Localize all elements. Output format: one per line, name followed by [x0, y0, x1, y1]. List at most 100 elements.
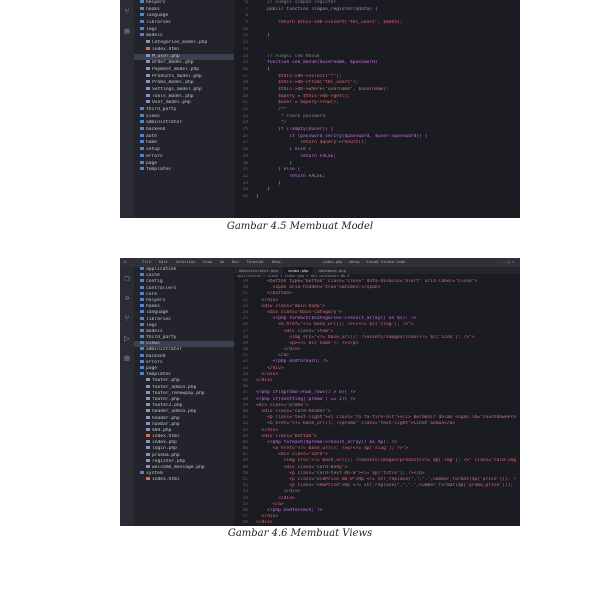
tree-item[interactable]: libraries: [134, 20, 234, 27]
tree-item[interactable]: Order_model.php: [134, 60, 234, 67]
tree-item[interactable]: page: [134, 160, 234, 168]
folder-icon: [140, 341, 144, 345]
source-control-icon[interactable]: ⑂: [120, 7, 134, 17]
tree-item[interactable]: home: [134, 140, 234, 147]
menu-bar: File Edit Selection View Go Run Terminal Help: [138, 260, 284, 264]
tree-item[interactable]: Products_model.php: [134, 73, 234, 81]
tree-item-label: libraries: [146, 316, 171, 322]
tree-item-label: footer.php: [152, 378, 180, 384]
line-numbers: 19 20 21 22 23 24 25 26 27 28 29 30 31 32 33 34 35 36 37 38…: [234, 279, 248, 526]
folder-icon: [140, 372, 144, 376]
extensions-icon[interactable]: ⊞: [120, 27, 134, 37]
search-icon[interactable]: ⌕: [120, 294, 134, 304]
tree-item-label: config: [146, 279, 163, 285]
menu-item[interactable]: Help: [272, 260, 281, 264]
tree-item[interactable]: M_user.php: [134, 53, 234, 61]
tree-item[interactable]: hooks: [134, 6, 234, 14]
tree-item-label: third_party: [146, 335, 177, 341]
menu-item[interactable]: Terminal: [247, 260, 264, 264]
folder-icon: [140, 0, 144, 3]
tree-item[interactable]: Settings_model.php: [134, 86, 234, 94]
debug-icon[interactable]: ▷: [120, 334, 134, 344]
code-editor[interactable]: Administrator.php index.php database.php a…: [234, 267, 520, 526]
tree-item-label: page: [146, 366, 158, 371]
tree-item[interactable]: Categories_model.php: [134, 40, 234, 47]
code-editor[interactable]: 6 7 8 9 10 11 12 13 14 15 16 17 18 19 20 21 22 23 24 25 26 27…: [234, 0, 520, 218]
tree-item[interactable]: models: [134, 33, 234, 40]
menu-item[interactable]: File: [142, 260, 151, 264]
line-number: 15: [242, 60, 248, 66]
menu-item[interactable]: Run: [232, 260, 239, 264]
folder-icon: [140, 120, 144, 124]
tree-item-label: footer.php: [152, 396, 180, 402]
tree-item[interactable]: index.html: [134, 477, 234, 483]
line-number: 31: [242, 167, 248, 173]
line-number: 30: [242, 160, 248, 166]
tree-item[interactable]: Tools_model.php: [134, 93, 234, 101]
tree-item[interactable]: Payment_model.php: [134, 66, 234, 74]
tree-item-label: Categories_model.php: [152, 40, 208, 46]
code-line: public function simpan_register($data) {: [256, 6, 378, 12]
code-lines: <button type="button" class="close" data…: [256, 279, 516, 526]
tree-item[interactable]: language: [134, 13, 234, 20]
tree-item[interactable]: administrator: [134, 120, 234, 127]
code-line: }: [256, 193, 259, 199]
tree-item[interactable]: logs: [134, 26, 234, 34]
tree-item[interactable]: errors: [134, 153, 234, 161]
menu-item[interactable]: Edit: [159, 260, 168, 264]
editor-tab[interactable]: database.php: [313, 267, 350, 274]
editor-tab[interactable]: index.php: [282, 267, 314, 274]
tree-item[interactable]: auth: [134, 133, 234, 141]
tree-item-label: controllers: [146, 285, 177, 291]
menu-item[interactable]: Go: [220, 260, 224, 264]
figure-caption-views: Gambar 4.6 Membuat Views: [227, 528, 373, 539]
line-number: 11: [242, 33, 248, 39]
tree-item[interactable]: templates: [134, 167, 234, 174]
tree-item[interactable]: backend: [134, 127, 234, 134]
folder-icon: [140, 335, 144, 339]
file-icon: [146, 396, 150, 400]
folder-icon: [140, 160, 144, 164]
tree-item[interactable]: third_party: [134, 107, 234, 114]
extensions-icon[interactable]: ⊞: [120, 354, 134, 364]
tree-item[interactable]: User_model.php: [134, 100, 234, 107]
tree-item[interactable]: index.html: [134, 46, 234, 54]
tree-item-label: page: [146, 160, 158, 166]
tree-item[interactable]: Promo_model.php: [134, 80, 234, 87]
folder-icon: [140, 366, 144, 369]
tree-item-label: backend: [146, 353, 166, 359]
tree-item[interactable]: setup: [134, 147, 234, 154]
file-icon: [146, 40, 150, 44]
tree-item[interactable]: helpers: [134, 0, 234, 7]
code-line: */: [256, 120, 287, 126]
editor-tab[interactable]: Administrator.php: [234, 267, 283, 274]
source-control-icon[interactable]: ⑂: [120, 314, 134, 324]
tree-item-label: Promo_model.php: [152, 80, 194, 86]
tree-item-label: Products_model.php: [152, 73, 202, 79]
menu-item[interactable]: View: [203, 260, 212, 264]
folder-icon: [140, 353, 144, 357]
tree-item-label: backend: [146, 127, 166, 133]
tree-item-label: models: [146, 328, 163, 334]
line-number: 23: [242, 113, 248, 119]
folder-icon: [140, 310, 144, 314]
tree-item-label: models: [146, 33, 163, 39]
file-icon: [146, 100, 150, 104]
code-line: {: [256, 66, 270, 72]
tree-item-label: third_party: [146, 107, 177, 112]
code-line: }: [256, 187, 270, 193]
model-screenshot: ⑂ ⊞ helpers hooks language libraries logs mod…: [120, 0, 520, 218]
line-number: 14: [242, 53, 248, 59]
file-icon: [146, 93, 150, 97]
line-number: 35: [242, 193, 248, 199]
window-controls[interactable]: — ▢ ✕: [503, 258, 514, 267]
file-icon: [146, 384, 150, 388]
file-icon: [146, 421, 150, 425]
code-line: $this->db->where("username", $username);: [256, 86, 389, 92]
menu-item[interactable]: Selection: [176, 260, 195, 264]
file-icon: [146, 477, 150, 481]
files-icon[interactable]: ❐: [120, 274, 134, 284]
tree-item[interactable]: views: [134, 113, 234, 121]
